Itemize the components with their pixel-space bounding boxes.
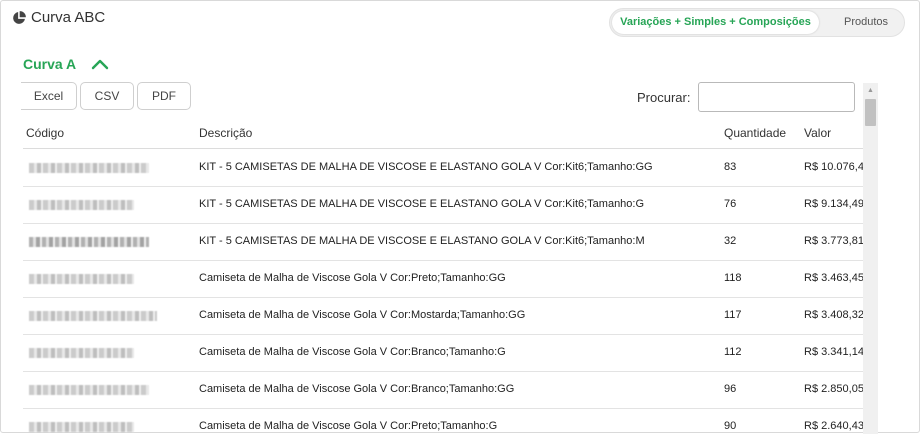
scroll-thumb[interactable]: [865, 99, 876, 126]
row-valor: R$ 3.408,32: [804, 309, 863, 321]
row-quantidade: 118: [724, 272, 742, 284]
curva-a-table: Código Descrição Quantidade Valor KIT - …: [23, 119, 863, 434]
view-toggle: Variações + Simples + Composições Produt…: [609, 8, 905, 37]
row-quantidade: 90: [724, 420, 737, 432]
row-quantidade: 76: [724, 198, 737, 210]
row-descricao: KIT - 5 CAMISETAS DE MALHA DE VISCOSE E …: [199, 198, 645, 210]
search-label: Procurar:: [637, 90, 691, 105]
row-valor: R$ 2.640,43: [804, 420, 863, 432]
table-row[interactable]: Camiseta de Malha de Viscose Gola V Cor:…: [23, 409, 863, 434]
row-descricao: KIT - 5 CAMISETAS DE MALHA DE VISCOSE E …: [199, 235, 645, 247]
column-header-codigo[interactable]: Código: [26, 126, 64, 140]
table-row[interactable]: Camiseta de Malha de Viscose Gola V Cor:…: [23, 261, 863, 298]
chevron-up-icon[interactable]: [90, 57, 110, 71]
export-pdf-button[interactable]: PDF: [137, 82, 191, 110]
section-title: Curva A: [23, 56, 77, 72]
app-title: Curva ABC: [31, 9, 106, 26]
row-valor: R$ 3.463,45: [804, 272, 863, 284]
product-code-redacted: [29, 200, 134, 210]
row-descricao: Camiseta de Malha de Viscose Gola V Cor:…: [199, 309, 526, 321]
product-code-redacted: [29, 237, 149, 247]
app-frame: Curva ABC Variações + Simples + Composiç…: [0, 0, 920, 434]
scroll-up-arrow-icon[interactable]: ▲: [863, 83, 878, 98]
product-code-redacted: [29, 311, 157, 321]
product-code-redacted: [29, 385, 149, 395]
row-valor: R$ 3.341,14: [804, 346, 863, 358]
row-quantidade: 117: [724, 309, 742, 321]
product-code-redacted: [29, 163, 149, 173]
app-header: Curva ABC: [12, 9, 105, 26]
row-descricao: Camiseta de Malha de Viscose Gola V Cor:…: [199, 346, 506, 358]
row-quantidade: 96: [724, 383, 737, 395]
table-scrollbar[interactable]: ▲: [863, 83, 878, 434]
row-quantidade: 112: [724, 346, 742, 358]
pie-chart-icon: [13, 10, 26, 24]
product-code-redacted: [29, 422, 134, 432]
product-code-redacted: [29, 274, 134, 284]
row-quantidade: 32: [724, 235, 737, 247]
export-csv-button[interactable]: CSV: [80, 82, 134, 110]
row-descricao: Camiseta de Malha de Viscose Gola V Cor:…: [199, 272, 506, 284]
section-header: Curva A: [23, 56, 110, 72]
column-header-valor[interactable]: Valor: [804, 126, 831, 140]
row-descricao: Camiseta de Malha de Viscose Gola V Cor:…: [199, 383, 515, 395]
toggle-variacoes-option[interactable]: Variações + Simples + Composições: [612, 11, 819, 34]
column-header-descricao[interactable]: Descrição: [199, 126, 252, 140]
row-valor: R$ 3.773,81: [804, 235, 863, 247]
search-input[interactable]: [698, 82, 855, 112]
table-row[interactable]: Camiseta de Malha de Viscose Gola V Cor:…: [23, 372, 863, 409]
row-descricao: KIT - 5 CAMISETAS DE MALHA DE VISCOSE E …: [199, 161, 653, 173]
row-valor: R$ 9.134,49: [804, 198, 863, 210]
table-row[interactable]: Camiseta de Malha de Viscose Gola V Cor:…: [23, 335, 863, 372]
row-valor: R$ 10.076,4: [804, 161, 863, 173]
toggle-produtos-option[interactable]: Produtos: [826, 9, 906, 36]
table-row[interactable]: KIT - 5 CAMISETAS DE MALHA DE VISCOSE E …: [23, 150, 863, 187]
table-header: Código Descrição Quantidade Valor: [23, 119, 863, 149]
row-descricao: Camiseta de Malha de Viscose Gola V Cor:…: [199, 420, 498, 432]
row-quantidade: 83: [724, 161, 737, 173]
column-header-quantidade[interactable]: Quantidade: [724, 126, 786, 140]
table-row[interactable]: Camiseta de Malha de Viscose Gola V Cor:…: [23, 298, 863, 335]
product-code-redacted: [29, 348, 134, 358]
export-excel-button[interactable]: Excel: [21, 82, 77, 110]
table-row[interactable]: KIT - 5 CAMISETAS DE MALHA DE VISCOSE E …: [23, 224, 863, 261]
row-valor: R$ 2.850,05: [804, 383, 863, 395]
table-row[interactable]: KIT - 5 CAMISETAS DE MALHA DE VISCOSE E …: [23, 187, 863, 224]
